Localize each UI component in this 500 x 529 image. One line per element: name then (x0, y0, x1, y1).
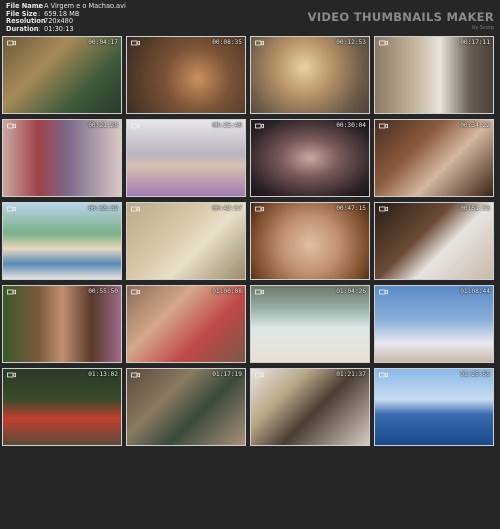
camera-icon (255, 372, 264, 378)
brand-logo: VIDEO THUMBNAILS MAKER by Scorp (308, 10, 494, 31)
video-thumbnail[interactable]: 01:21:37 (250, 368, 370, 446)
thumbnail-frame-image (127, 286, 245, 362)
thumbnail-timestamp: 00:25:46 (212, 122, 242, 129)
video-thumbnail[interactable]: 00:12:53 (250, 36, 370, 114)
thumbnail-timestamp: 01:00:08 (212, 288, 242, 295)
video-thumbnail[interactable]: 00:47:15 (250, 202, 370, 280)
thumbnail-frame-image (3, 120, 121, 196)
video-thumbnail[interactable]: 01:08:44 (374, 285, 494, 363)
thumbnail-frame-image (3, 369, 121, 445)
thumbnail-timestamp: 01:08:44 (460, 288, 490, 295)
camera-icon (379, 289, 388, 295)
thumbnail-timestamp: 00:12:53 (336, 39, 366, 46)
info-value: 01:30:13 (44, 24, 74, 33)
video-thumbnail[interactable]: 00:08:35 (126, 36, 246, 114)
thumbnail-timestamp: 00:04:17 (88, 39, 118, 46)
camera-icon (131, 289, 140, 295)
camera-icon (255, 206, 264, 212)
thumbnail-frame-image (375, 286, 493, 362)
thumbnail-frame-image (375, 37, 493, 113)
thumbnail-frame-image (127, 37, 245, 113)
thumbnail-timestamp: 00:55:50 (88, 288, 118, 295)
video-thumbnail[interactable]: 00:17:11 (374, 36, 494, 114)
camera-icon (131, 123, 140, 129)
thumbnail-timestamp: 01:21:37 (336, 371, 366, 378)
thumbnail-frame-image (251, 369, 369, 445)
thumbnail-frame-image (3, 286, 121, 362)
thumbnail-timestamp: 00:17:11 (460, 39, 490, 46)
video-thumbnail[interactable]: 00:30:04 (250, 119, 370, 197)
video-thumbnail[interactable]: 00:25:46 (126, 119, 246, 197)
thumbnail-timestamp: 00:51:33 (460, 205, 490, 212)
camera-icon (7, 206, 16, 212)
thumbnail-frame-image (375, 120, 493, 196)
file-info: File Name : A Virgem e o Machao.avi File… (6, 2, 126, 34)
brand-subtitle: by Scorp (472, 25, 494, 31)
video-thumbnail[interactable]: 00:21:28 (2, 119, 122, 197)
video-thumbnail[interactable]: 01:25:55 (374, 368, 494, 446)
info-row-duration: Duration : 01:30:13 (6, 24, 126, 34)
thumbnail-frame-image (127, 120, 245, 196)
thumbnail-timestamp: 01:13:02 (88, 371, 118, 378)
thumbnail-timestamp: 01:04:26 (336, 288, 366, 295)
thumbnail-timestamp: 00:42:57 (212, 205, 242, 212)
thumbnail-timestamp: 01:17:19 (212, 371, 242, 378)
thumbnail-frame-image (127, 203, 245, 279)
brand-title: VIDEO THUMBNAILS MAKER (307, 10, 494, 24)
video-thumbnail[interactable]: 01:13:02 (2, 368, 122, 446)
thumbnail-frame-image (3, 37, 121, 113)
thumbnail-timestamp: 00:21:28 (88, 122, 118, 129)
thumbnail-frame-image (375, 203, 493, 279)
thumbnail-timestamp: 00:38:39 (88, 205, 118, 212)
camera-icon (7, 372, 16, 378)
camera-icon (379, 123, 388, 129)
camera-icon (7, 289, 16, 295)
thumbnail-timestamp: 00:08:35 (212, 39, 242, 46)
camera-icon (7, 40, 16, 46)
video-thumbnail[interactable]: 00:04:17 (2, 36, 122, 114)
camera-icon (379, 206, 388, 212)
camera-icon (7, 123, 16, 129)
video-thumbnail[interactable]: 00:42:57 (126, 202, 246, 280)
thumbnail-timestamp: 00:34:22 (460, 122, 490, 129)
thumbnail-frame-image (251, 286, 369, 362)
thumbnail-frame-image (375, 369, 493, 445)
camera-icon (255, 40, 264, 46)
video-thumbnail[interactable]: 01:00:08 (126, 285, 246, 363)
camera-icon (255, 123, 264, 129)
video-thumbnail[interactable]: 01:04:26 (250, 285, 370, 363)
camera-icon (379, 372, 388, 378)
thumbnail-frame-image (251, 120, 369, 196)
thumbnail-timestamp: 01:25:55 (460, 371, 490, 378)
video-thumbnail[interactable]: 00:55:50 (2, 285, 122, 363)
thumbnail-grid: 00:04:17 00:08:35 00:12:53 00:17:11 00:21:28… (2, 36, 494, 529)
thumbnail-frame-image (3, 203, 121, 279)
camera-icon (131, 372, 140, 378)
thumbnail-frame-image (251, 37, 369, 113)
camera-icon (255, 289, 264, 295)
video-thumbnail[interactable]: 00:34:22 (374, 119, 494, 197)
camera-icon (131, 206, 140, 212)
info-key: Duration (6, 24, 39, 33)
camera-icon (131, 40, 140, 46)
thumbnail-frame-image (127, 369, 245, 445)
thumbnail-timestamp: 00:47:15 (336, 205, 366, 212)
camera-icon (379, 40, 388, 46)
video-thumbnail[interactable]: 00:51:33 (374, 202, 494, 280)
video-thumbnail[interactable]: 01:17:19 (126, 368, 246, 446)
video-thumbnail[interactable]: 00:38:39 (2, 202, 122, 280)
thumbnail-frame-image (251, 203, 369, 279)
thumbnail-timestamp: 00:30:04 (336, 122, 366, 129)
